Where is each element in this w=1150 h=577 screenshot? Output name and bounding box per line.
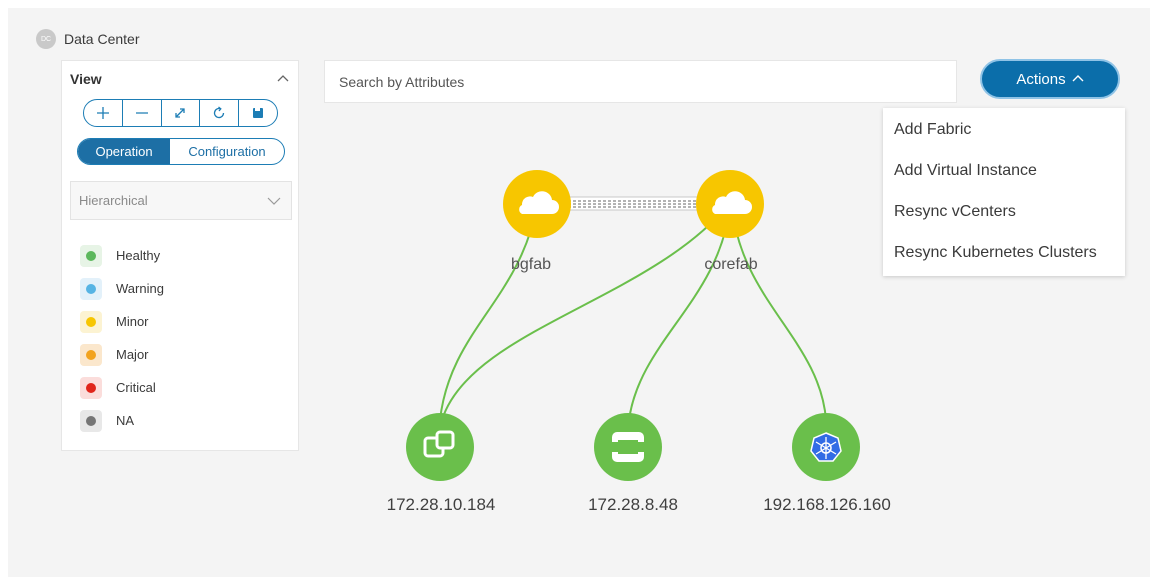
instance-node-vmware[interactable] xyxy=(406,413,474,481)
link-corefab-kubernetes[interactable] xyxy=(731,204,827,421)
instance-node-openstack[interactable] xyxy=(594,413,662,481)
fabric-label-corefab: corefab xyxy=(704,256,758,273)
link-bgfab-vmware[interactable] xyxy=(439,204,538,421)
fabric-node-bgfab[interactable] xyxy=(503,170,571,238)
topology-graph xyxy=(406,170,860,481)
instance-label-vmware: 172.28.10.184 xyxy=(386,495,496,514)
instance-label-kubernetes: 192.168.126.160 xyxy=(763,495,891,514)
link-corefab-openstack[interactable] xyxy=(628,204,731,421)
kubernetes-icon xyxy=(810,432,842,462)
instance-label-openstack: 172.28.8.48 xyxy=(588,495,678,514)
fabric-node-corefab[interactable] xyxy=(696,170,764,238)
fabric-label-bgfab: bgfab xyxy=(510,256,552,273)
link-corefab-vmware[interactable] xyxy=(441,204,729,421)
instance-node-kubernetes[interactable] xyxy=(792,413,860,481)
openstack-icon xyxy=(612,432,644,462)
